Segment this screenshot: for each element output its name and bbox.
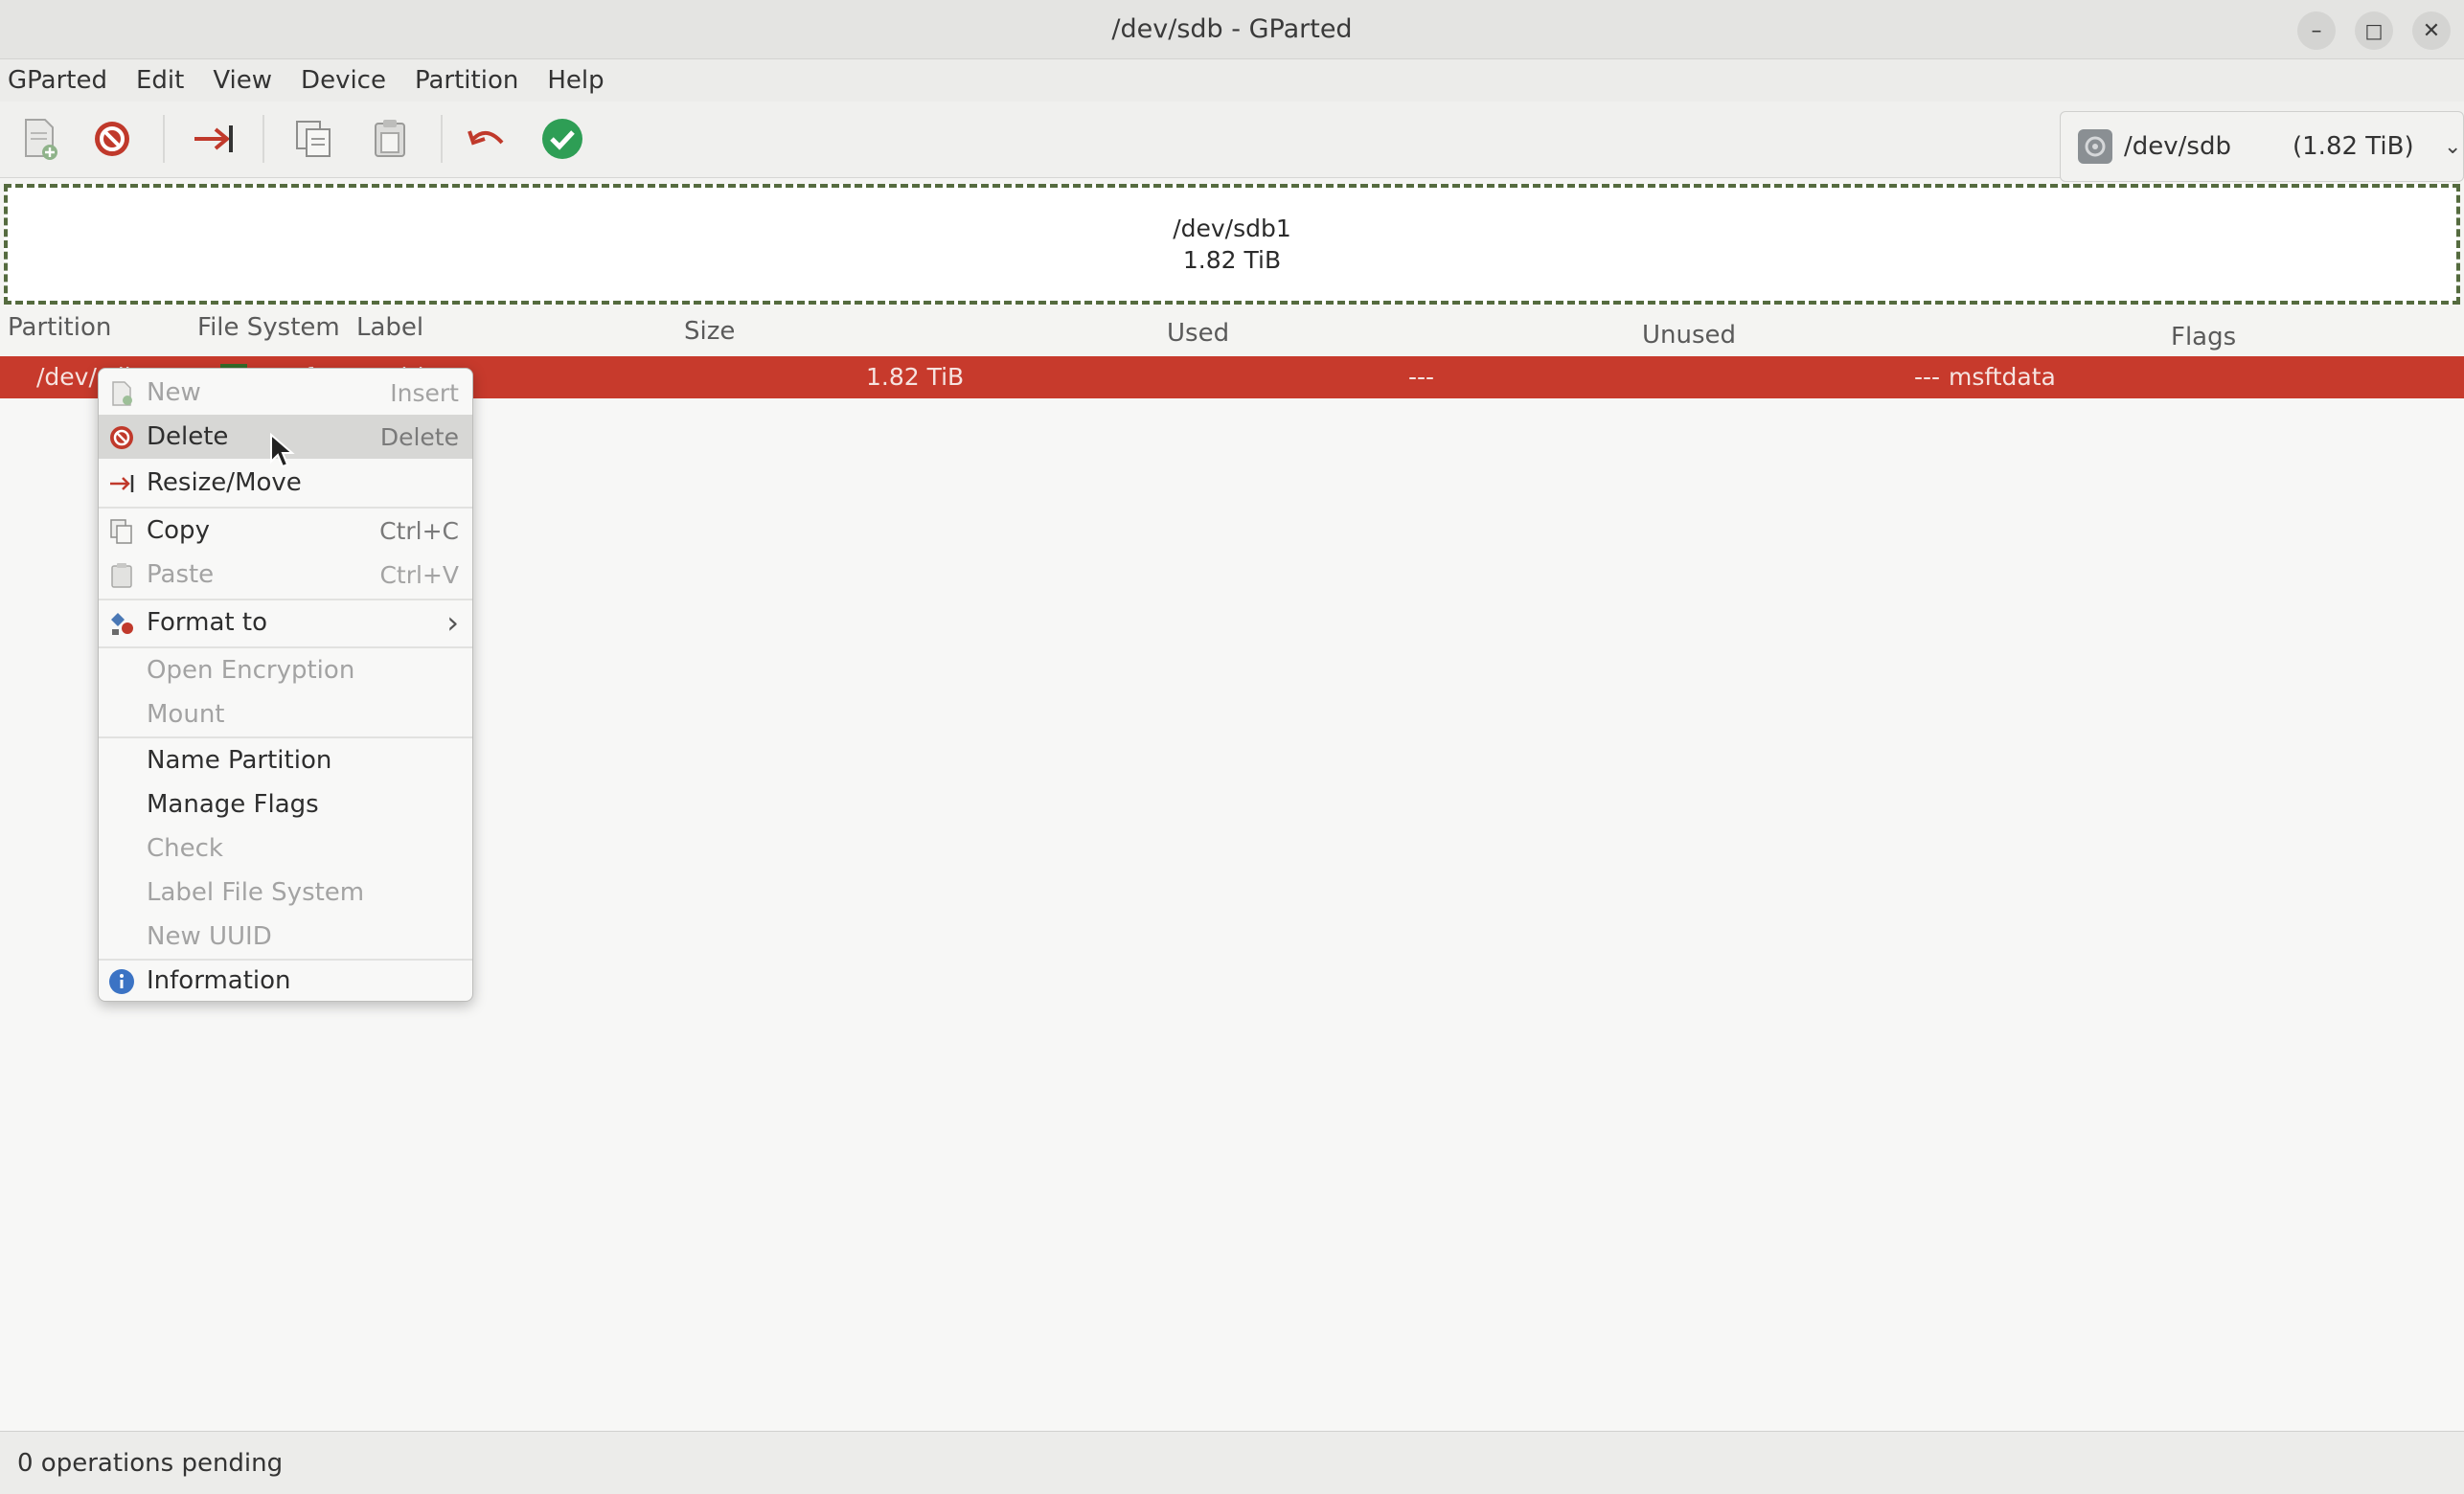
menu-item-label: Information [147, 966, 291, 995]
close-button[interactable]: ✕ [2412, 11, 2451, 50]
apply-check-icon [542, 119, 582, 159]
menu-item-label: Open Encryption [147, 656, 355, 685]
menu-item-label: Format to [147, 608, 267, 637]
menu-partition[interactable]: Partition [415, 66, 518, 95]
menu-bar: GParted Edit View Device Partition Help [0, 59, 2464, 102]
partition-list-header: Partition File System Label Size Used Un… [0, 308, 2464, 352]
menu-item-accel: Insert [390, 378, 459, 407]
apply-button[interactable] [536, 113, 588, 165]
paste-icon [108, 562, 135, 589]
chevron-down-icon: ⌄ [2444, 134, 2462, 159]
column-flags[interactable]: Flags [2171, 318, 2236, 356]
minimize-icon: – [2311, 18, 2322, 43]
device-size: (1.82 TiB) [2293, 132, 2414, 161]
paste-icon [375, 120, 405, 157]
delete-icon [108, 424, 135, 451]
delete-icon [95, 122, 129, 156]
gparted-window: /dev/sdb - GParted – □ ✕ GParted Edit Vi… [0, 0, 2464, 1494]
undo-button[interactable] [462, 113, 513, 165]
menu-item-mount[interactable]: Mount [99, 692, 472, 736]
menu-item-label: New [147, 378, 201, 407]
column-used[interactable]: Used [1167, 314, 1229, 352]
menu-item-accel: Delete [379, 422, 459, 451]
toolbar: /dev/sdb (1.82 TiB) ⌄ [0, 102, 2464, 182]
toolbar-separator [262, 115, 264, 163]
menu-item-label: Check [147, 834, 223, 863]
new-partition-icon [25, 119, 57, 160]
menu-item-label: Mount [147, 700, 225, 729]
graph-partition-name: /dev/sdb1 [1173, 215, 1291, 242]
menu-view[interactable]: View [213, 66, 272, 95]
toolbar-separator [441, 115, 443, 163]
close-icon: ✕ [2422, 18, 2441, 43]
resize-move-button[interactable] [188, 113, 240, 165]
menu-item-new-uuid[interactable]: New UUID [99, 915, 472, 959]
resize-move-icon [108, 470, 135, 497]
menu-help[interactable]: Help [547, 66, 604, 95]
column-size[interactable]: Size [684, 312, 735, 351]
menu-item-accel: Ctrl+C [379, 516, 459, 545]
menu-edit[interactable]: Edit [136, 66, 184, 95]
menu-item-label: Label File System [147, 878, 365, 907]
menu-item-information[interactable]: Information [99, 959, 472, 1001]
menu-device[interactable]: Device [301, 66, 386, 95]
maximize-button[interactable]: □ [2355, 11, 2393, 50]
menu-item-name-partition[interactable]: Name Partition [99, 738, 472, 782]
disk-icon [2078, 129, 2112, 164]
column-unused[interactable]: Unused [1642, 316, 1736, 354]
device-name: /dev/sdb [2124, 132, 2231, 161]
minimize-button[interactable]: – [2297, 11, 2336, 50]
copy-button[interactable] [287, 113, 339, 165]
delete-partition-button[interactable] [86, 113, 138, 165]
menu-item-format-to[interactable]: Format to › [99, 600, 472, 645]
menu-item-new[interactable]: New Insert [99, 371, 472, 415]
format-icon [108, 610, 135, 637]
maximize-icon: □ [2364, 19, 2384, 42]
menu-item-manage-flags[interactable]: Manage Flags [99, 782, 472, 826]
mouse-cursor-icon [270, 433, 295, 468]
window-title: /dev/sdb - GParted [1111, 14, 1353, 44]
row-used: --- [1408, 363, 1435, 391]
menu-item-label: Name Partition [147, 746, 332, 775]
menu-item-paste[interactable]: Paste Ctrl+V [99, 553, 472, 597]
graph-partition-size: 1.82 TiB [1182, 246, 1282, 274]
row-unused: --- [1914, 363, 1941, 391]
status-bar: 0 operations pending [0, 1431, 2464, 1494]
menu-item-label-file-system[interactable]: Label File System [99, 871, 472, 915]
new-partition-icon [108, 380, 135, 407]
new-partition-button[interactable] [13, 113, 65, 165]
row-flags: msftdata [1949, 363, 2056, 391]
menu-item-accel: Ctrl+V [379, 560, 459, 589]
toolbar-separator [163, 115, 165, 163]
partition-graph[interactable]: /dev/sdb1 1.82 TiB [4, 184, 2460, 305]
column-label[interactable]: Label [356, 308, 423, 347]
menu-item-label: New UUID [147, 922, 272, 951]
info-icon [108, 968, 135, 995]
device-selector[interactable]: /dev/sdb (1.82 TiB) ⌄ [2060, 111, 2464, 182]
menu-item-label: Resize/Move [147, 468, 302, 497]
menu-item-label: Delete [147, 422, 229, 451]
column-file-system[interactable]: File System [197, 308, 340, 347]
title-bar: /dev/sdb - GParted – □ ✕ [0, 0, 2464, 59]
menu-item-label: Copy [147, 516, 210, 545]
menu-item-copy[interactable]: Copy Ctrl+C [99, 509, 472, 553]
menu-item-open-encryption[interactable]: Open Encryption [99, 648, 472, 692]
operations-pending-status: 0 operations pending [17, 1448, 284, 1478]
menu-gparted[interactable]: GParted [8, 66, 107, 95]
copy-icon [108, 518, 135, 545]
menu-item-label: Manage Flags [147, 790, 319, 819]
paste-button[interactable] [364, 113, 416, 165]
menu-item-label: Paste [147, 560, 215, 589]
row-size: 1.82 TiB [866, 363, 965, 391]
chevron-right-icon: › [446, 604, 459, 641]
copy-icon [296, 121, 331, 157]
column-partition[interactable]: Partition [8, 308, 111, 347]
resize-move-icon [194, 125, 233, 152]
menu-item-check[interactable]: Check [99, 826, 472, 871]
undo-icon [468, 130, 504, 146]
window-controls: – □ ✕ [2297, 11, 2451, 50]
